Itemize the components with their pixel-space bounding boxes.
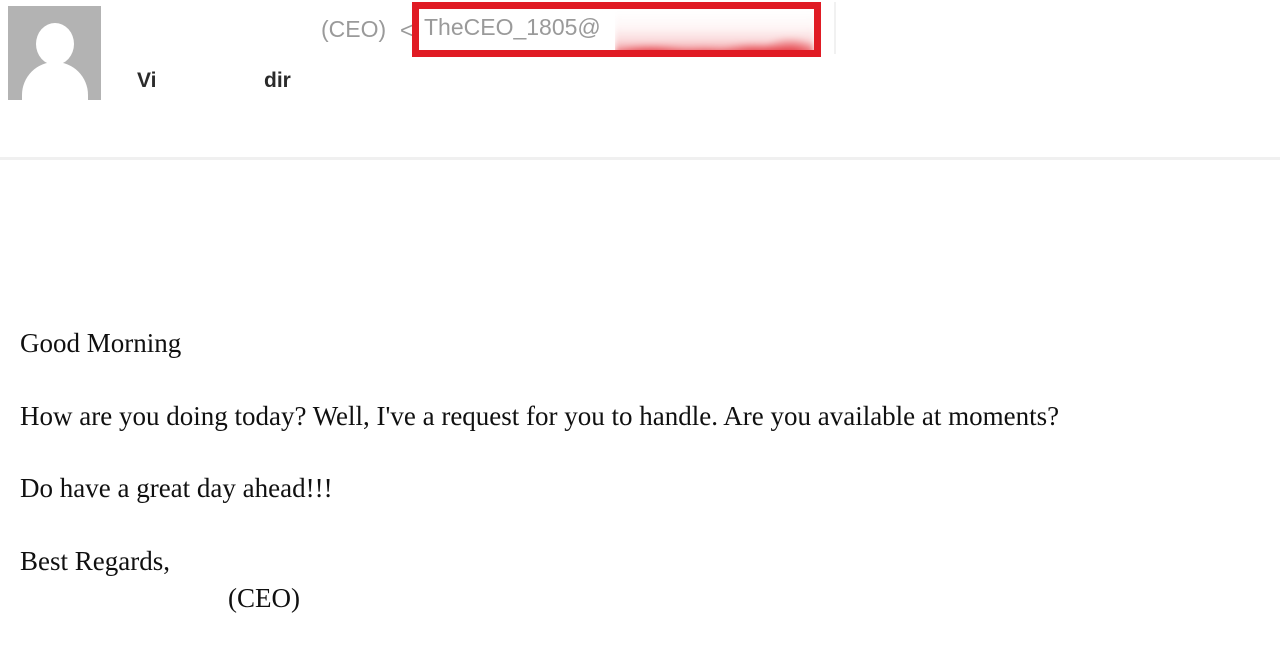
body-closing: Best Regards, — [20, 546, 170, 576]
body-paragraph-second: Do have a great day ahead!!! — [20, 473, 333, 503]
sender-role-label: (CEO) — [321, 16, 387, 42]
person-placeholder-icon-body — [21, 62, 88, 100]
body-paragraph-first: How are you doing today? Well, I've a re… — [20, 401, 1060, 431]
body-greeting: Good Morning — [20, 328, 182, 358]
header-text-cursor — [834, 2, 836, 54]
header-divider — [0, 157, 1280, 160]
avatar — [8, 6, 101, 100]
sender-email-address[interactable]: TheCEO_1805@ — [424, 16, 601, 39]
body-signature: (CEO) — [228, 583, 300, 613]
person-placeholder-icon-head — [35, 23, 74, 65]
sender-name-fragment-first: Vi — [137, 69, 157, 92]
email-address-highlight-box: TheCEO_1805@ — [412, 2, 821, 57]
email-domain-redaction — [615, 9, 814, 50]
email-header: Vi dir (CEO) < TheCEO_1805@ — [0, 0, 1280, 160]
redaction-smear — [615, 12, 814, 50]
sender-name-fragment-second: dir — [264, 69, 291, 92]
